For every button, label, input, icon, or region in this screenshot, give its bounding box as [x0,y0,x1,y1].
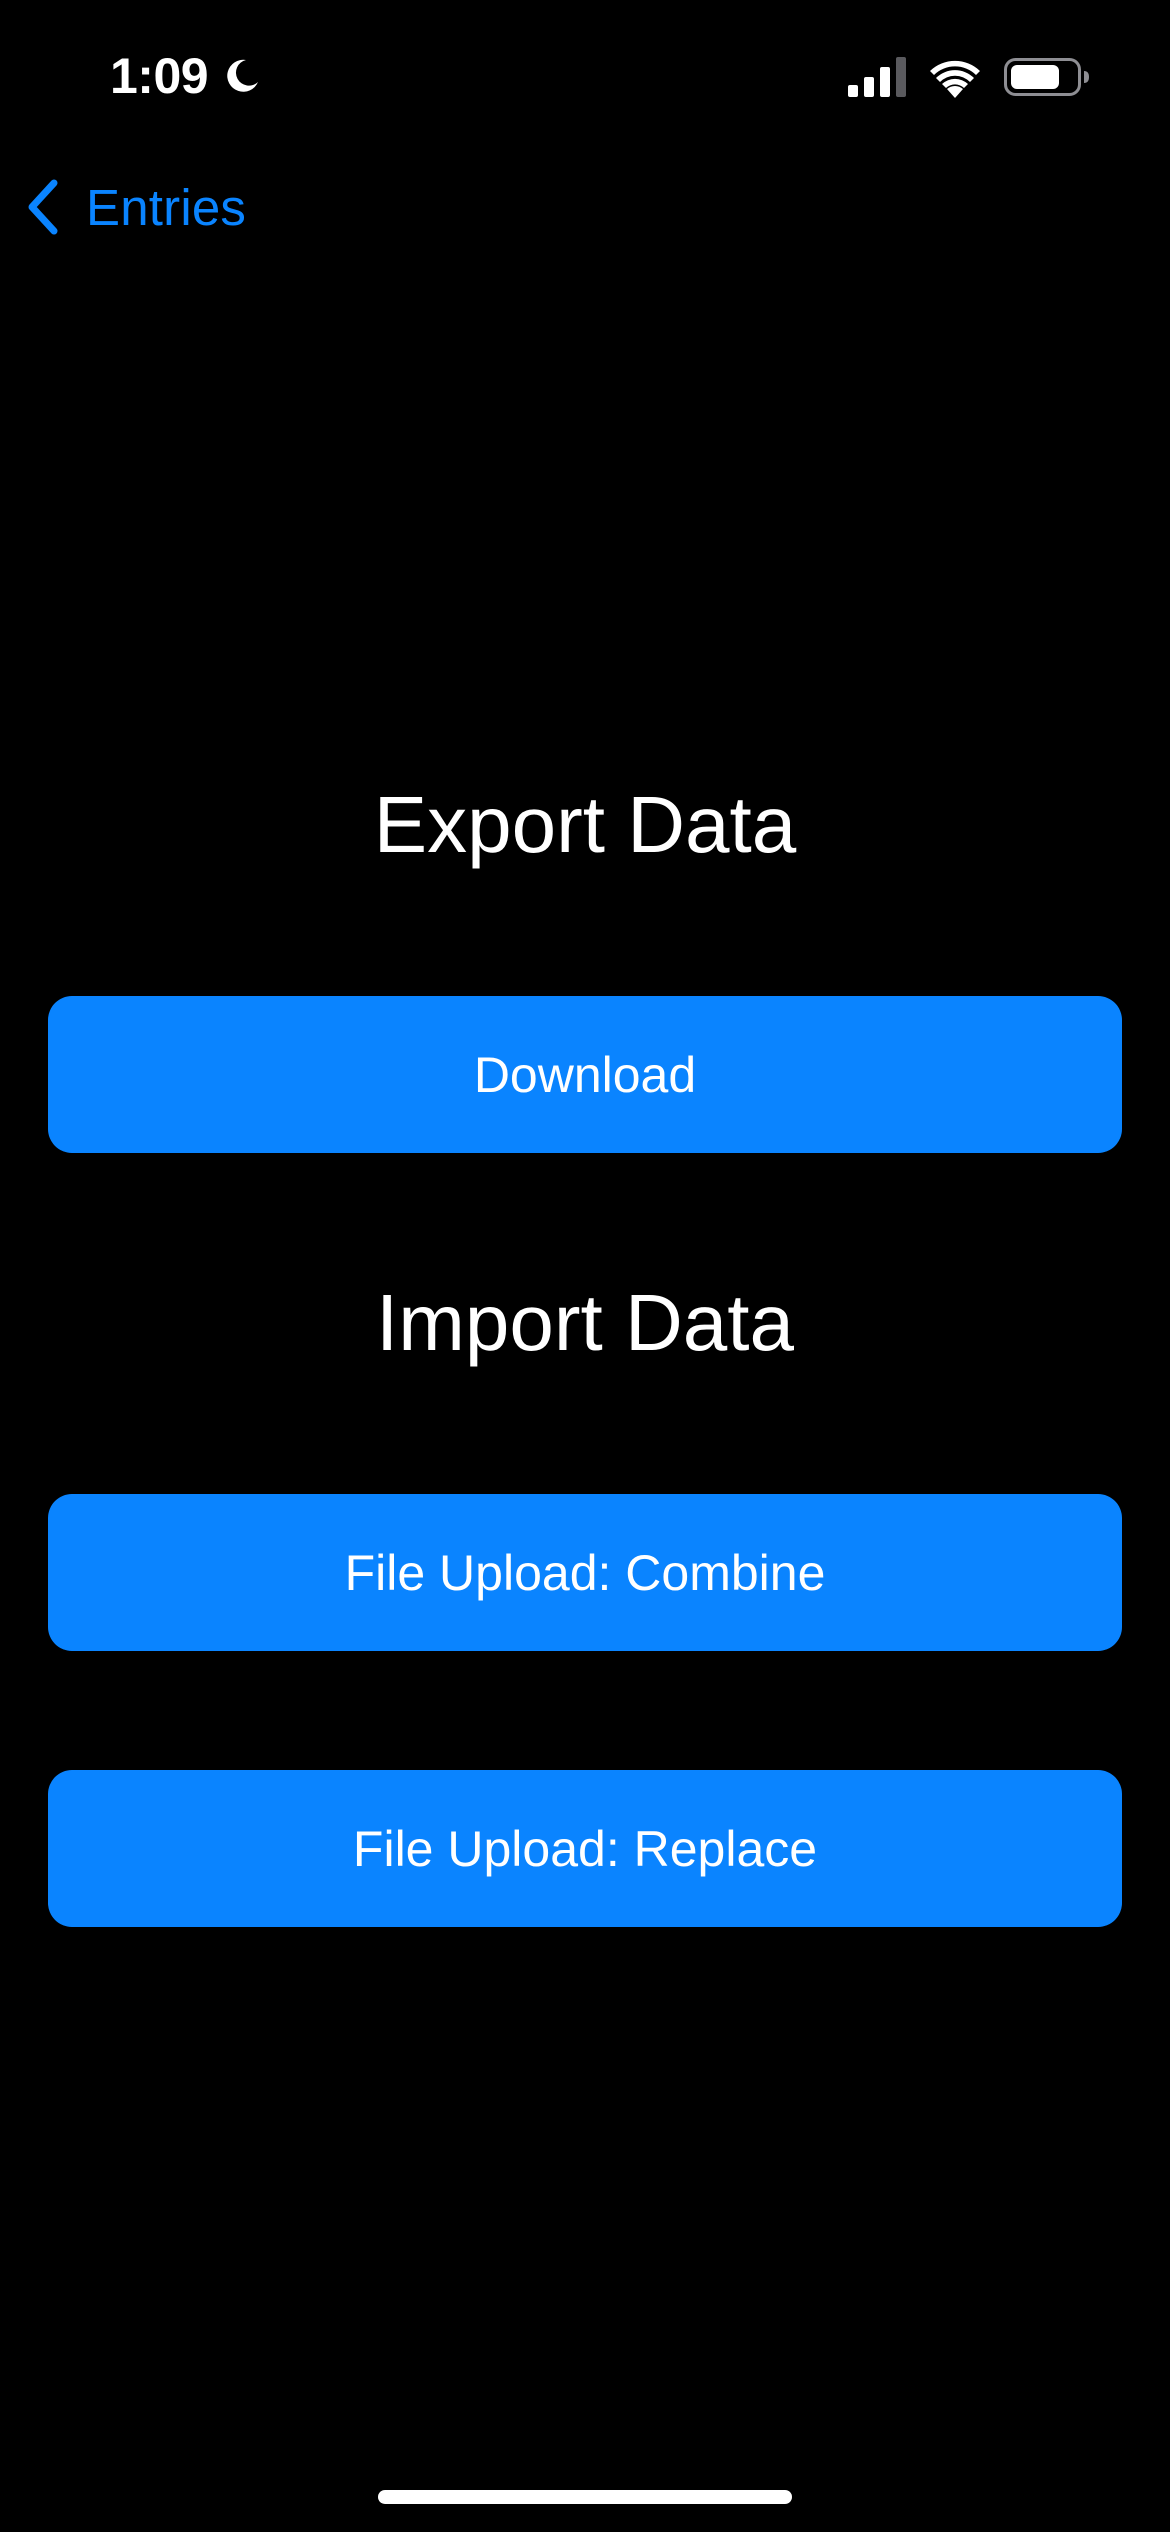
export-data-heading: Export Data [373,780,797,869]
wifi-icon [930,60,980,98]
back-button-label: Entries [86,178,247,236]
status-time: 1:09 [110,48,209,104]
file-upload-combine-button[interactable]: File Upload: Combine [48,1494,1122,1651]
home-indicator[interactable] [378,2490,792,2504]
file-upload-replace-button[interactable]: File Upload: Replace [48,1770,1122,1927]
cellular-signal-icon [848,57,906,97]
moon-icon [227,59,259,92]
status-bar: 1:09 [0,0,1170,150]
battery-icon [1004,58,1089,96]
status-indicators [848,52,1090,102]
status-time-group: 1:09 [110,44,262,108]
back-button[interactable]: Entries [24,172,246,242]
import-data-heading: Import Data [376,1278,794,1367]
chevron-left-icon [28,179,58,235]
download-button[interactable]: Download [48,996,1122,1153]
